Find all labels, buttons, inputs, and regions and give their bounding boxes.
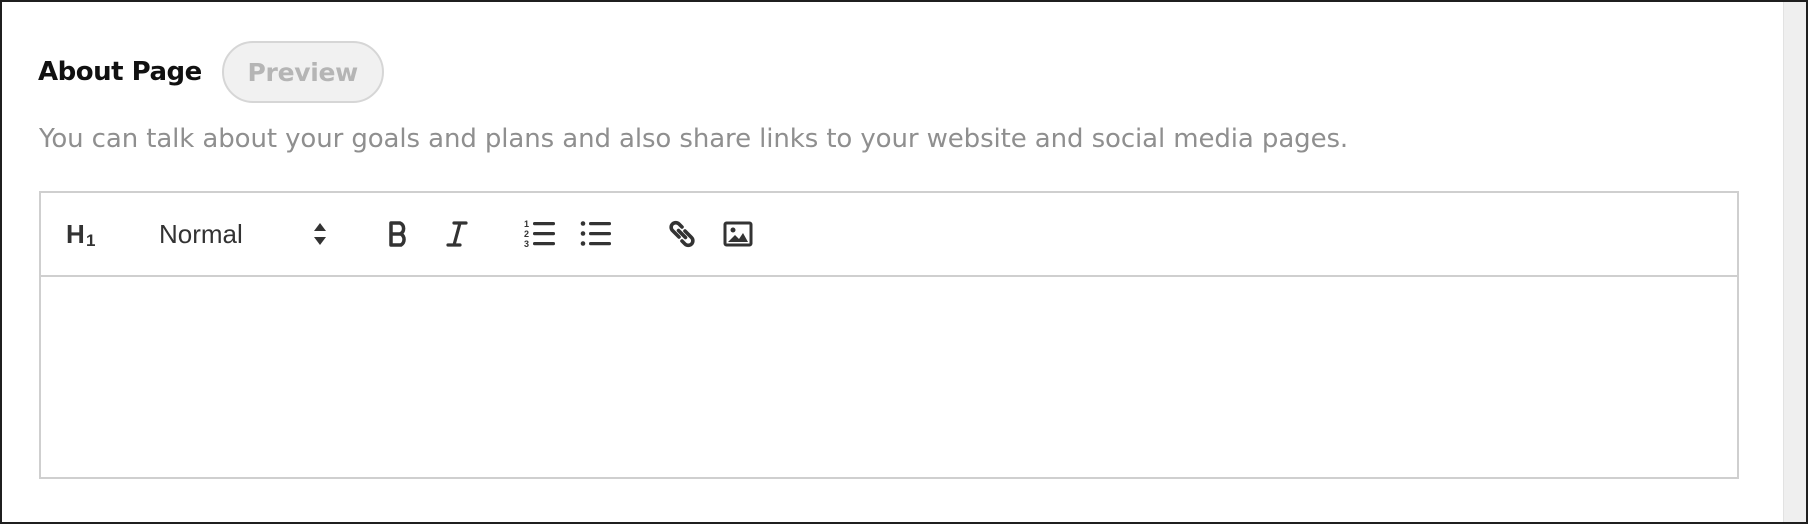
section-header: About Page Preview bbox=[38, 40, 384, 104]
svg-text:1: 1 bbox=[524, 219, 529, 229]
unordered-list-icon[interactable] bbox=[575, 211, 617, 257]
select-arrows-icon bbox=[313, 221, 327, 247]
editor-text-area[interactable] bbox=[41, 277, 1737, 477]
svg-text:3: 3 bbox=[524, 239, 529, 249]
about-page-panel: About Page Preview You can talk about yo… bbox=[0, 0, 1808, 524]
bold-icon[interactable] bbox=[379, 211, 419, 257]
block-type-value: Normal bbox=[159, 218, 243, 249]
image-icon[interactable] bbox=[717, 211, 759, 257]
editor-toolbar: H 1 Normal 1 2 3 bbox=[41, 193, 1737, 277]
rich-text-editor: H 1 Normal 1 2 3 bbox=[39, 191, 1739, 479]
link-icon[interactable] bbox=[661, 211, 703, 257]
preview-button[interactable]: Preview bbox=[221, 41, 384, 103]
heading-1-icon[interactable]: H 1 bbox=[61, 211, 107, 257]
svg-text:2: 2 bbox=[524, 229, 529, 239]
italic-icon[interactable] bbox=[437, 211, 477, 257]
ordered-list-icon[interactable]: 1 2 3 bbox=[519, 211, 561, 257]
scrollbar[interactable] bbox=[1783, 2, 1806, 522]
svg-text:1: 1 bbox=[86, 231, 95, 249]
svg-text:H: H bbox=[66, 219, 85, 249]
block-type-select[interactable]: Normal bbox=[159, 211, 335, 257]
section-description: You can talk about your goals and plans … bbox=[39, 124, 1349, 154]
section-title: About Page bbox=[38, 57, 202, 87]
